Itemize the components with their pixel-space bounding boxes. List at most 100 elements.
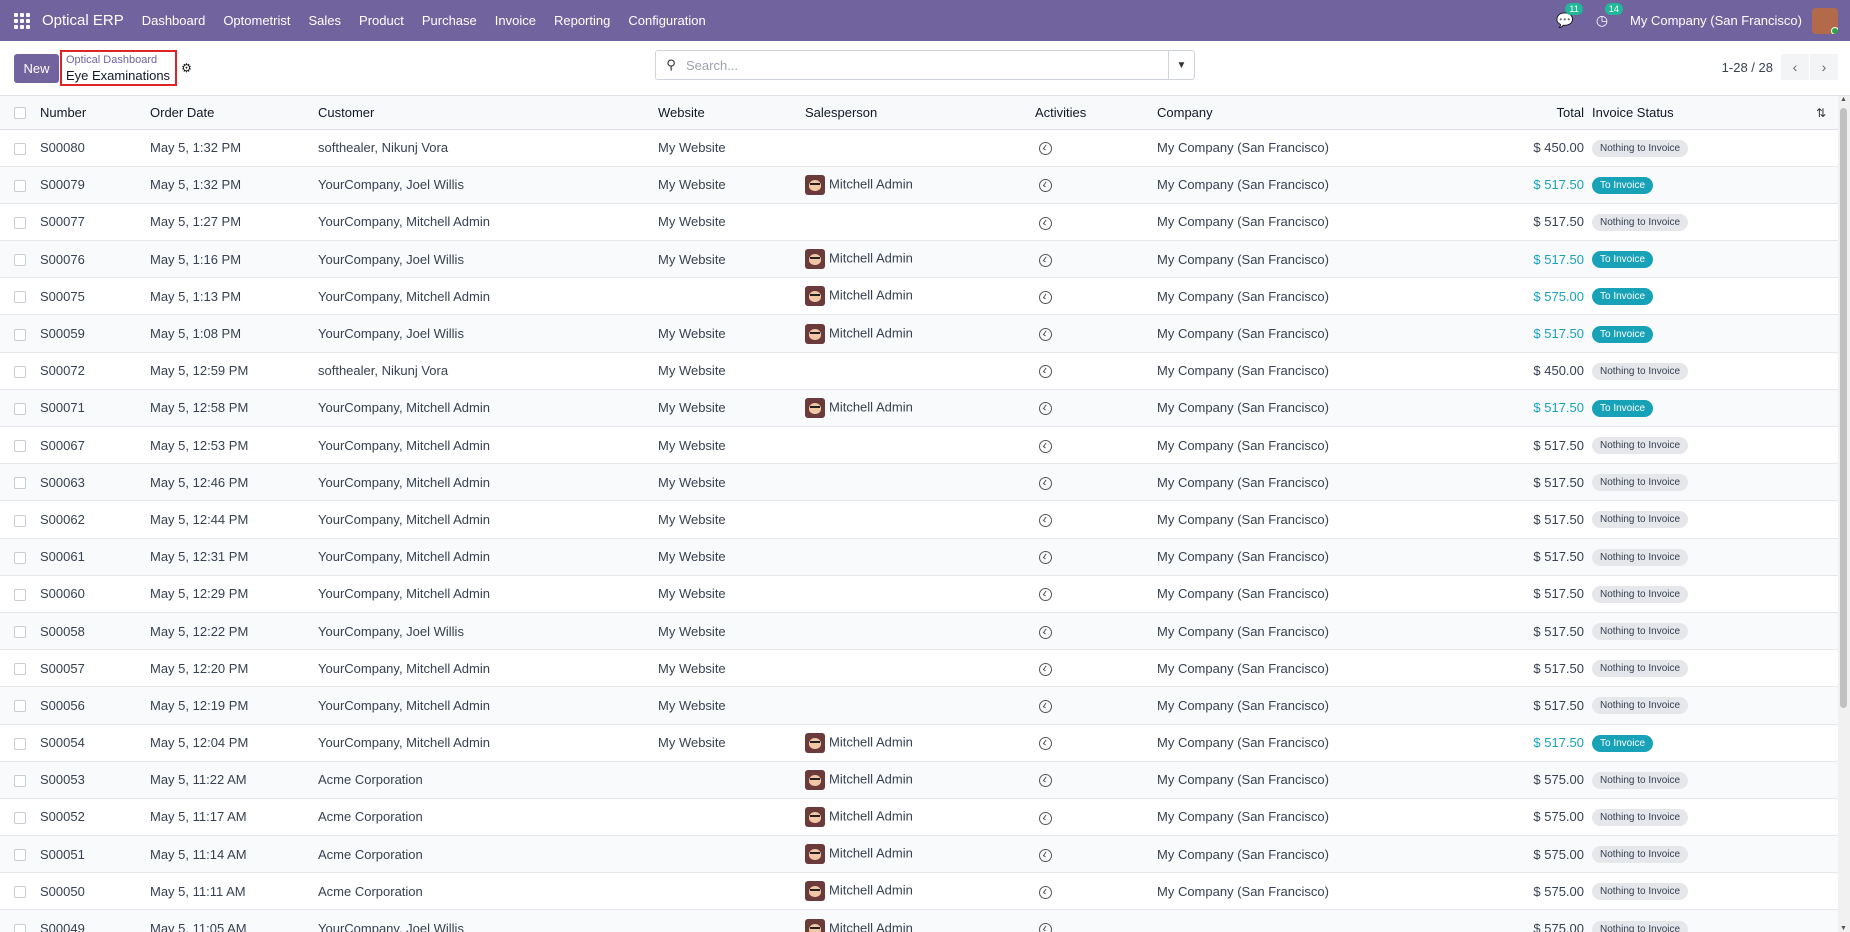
column-order-date[interactable]: Order Date [150, 96, 318, 129]
row-checkbox[interactable] [14, 328, 26, 341]
activity-clock-icon[interactable] [1039, 551, 1052, 565]
activity-clock-icon[interactable] [1039, 811, 1052, 825]
row-checkbox[interactable] [14, 365, 26, 378]
scrollbar-thumb[interactable] [1840, 108, 1847, 708]
breadcrumb-parent-link[interactable]: Optical Dashboard [66, 53, 170, 68]
table-row[interactable]: S00080 May 5, 1:32 PM softhealer, Nikunj V… [0, 129, 1838, 167]
pager-next-icon[interactable]: › [1810, 54, 1838, 80]
row-checkbox[interactable] [14, 886, 26, 899]
table-row[interactable]: S00079 May 5, 1:32 PM YourCompany, Joel Wi… [0, 166, 1838, 204]
column-invoice-status[interactable]: Invoice Status [1592, 96, 1816, 129]
search-options-dropdown-icon[interactable]: ▼ [1168, 51, 1194, 79]
salesperson-avatar[interactable] [805, 286, 825, 307]
activity-clock-icon[interactable] [1039, 179, 1052, 193]
row-checkbox[interactable] [14, 217, 26, 230]
column-salesperson[interactable]: Salesperson [805, 96, 1035, 129]
search-input[interactable] [686, 52, 1168, 78]
table-row[interactable]: S00057 May 5, 12:20 PM YourCompany, Mitche… [0, 650, 1838, 687]
table-row[interactable]: S00067 May 5, 12:53 PM YourCompany, Mitche… [0, 427, 1838, 464]
activity-clock-icon[interactable] [1039, 514, 1052, 527]
user-avatar[interactable] [1812, 7, 1838, 34]
activity-clock-icon[interactable] [1039, 142, 1052, 156]
table-row[interactable]: S00062 May 5, 12:44 PM YourCompany, Mitche… [0, 501, 1838, 539]
column-activities[interactable]: Activities [1035, 96, 1157, 129]
table-row[interactable]: S00077 May 5, 1:27 PM YourCompany, Mitchel… [0, 203, 1838, 241]
gear-icon[interactable]: ⚙ [181, 61, 192, 75]
row-checkbox[interactable] [14, 663, 26, 676]
salesperson-avatar[interactable] [805, 918, 825, 932]
row-checkbox[interactable] [14, 737, 26, 750]
row-checkbox[interactable] [14, 402, 26, 415]
activity-clock-icon[interactable] [1039, 365, 1052, 379]
activity-clock-icon[interactable] [1039, 848, 1052, 862]
salesperson-avatar[interactable] [805, 397, 825, 418]
company-switcher[interactable]: My Company (San Francisco) [1630, 13, 1802, 28]
table-row[interactable]: S00060 May 5, 12:29 PM YourCompany, Mitche… [0, 575, 1838, 613]
activity-clock-icon[interactable] [1039, 328, 1052, 342]
activity-clock-icon[interactable] [1039, 662, 1052, 676]
salesperson-avatar[interactable] [805, 732, 825, 753]
row-checkbox[interactable] [14, 477, 26, 490]
menu-product[interactable]: Product [359, 13, 404, 28]
menu-purchase[interactable]: Purchase [422, 13, 477, 28]
messages-icon[interactable]: 💬 11 [1556, 3, 1583, 29]
select-all-checkbox[interactable] [14, 107, 26, 120]
scroll-down-arrow-icon[interactable]: ▼ [1840, 925, 1847, 932]
row-checkbox[interactable] [14, 774, 26, 787]
row-checkbox[interactable] [14, 700, 26, 713]
activity-clock-icon[interactable] [1039, 885, 1052, 899]
salesperson-avatar[interactable] [805, 249, 825, 270]
table-row[interactable]: S00052 May 5, 11:17 AM Acme Corporation Mit… [0, 798, 1838, 836]
row-checkbox[interactable] [14, 179, 26, 192]
column-number[interactable]: Number [40, 96, 150, 129]
app-brand[interactable]: Optical ERP [42, 12, 124, 29]
apps-menu-icon[interactable] [14, 12, 30, 29]
row-checkbox[interactable] [14, 142, 26, 155]
salesperson-avatar[interactable] [805, 844, 825, 865]
table-row[interactable]: S00072 May 5, 12:59 PM softhealer, Nikunj … [0, 352, 1838, 390]
row-checkbox[interactable] [14, 514, 26, 527]
row-checkbox[interactable] [14, 923, 26, 932]
menu-dashboard[interactable]: Dashboard [142, 13, 206, 28]
activity-clock-icon[interactable] [1039, 290, 1052, 304]
activity-clock-icon[interactable] [1039, 923, 1052, 932]
row-checkbox[interactable] [14, 812, 26, 825]
row-checkbox[interactable] [14, 291, 26, 304]
salesperson-avatar[interactable] [805, 174, 825, 195]
activity-clock-icon[interactable] [1039, 737, 1052, 751]
menu-invoice[interactable]: Invoice [495, 13, 536, 28]
table-row[interactable]: S00059 May 5, 1:08 PM YourCompany, Joel Wi… [0, 314, 1838, 353]
activity-clock-icon[interactable] [1039, 216, 1052, 230]
menu-configuration[interactable]: Configuration [628, 13, 705, 28]
table-row[interactable]: S00053 May 5, 11:22 AM Acme Corporation Mit… [0, 761, 1838, 799]
activity-clock-icon[interactable] [1039, 588, 1052, 602]
pager-previous-icon[interactable]: ‹ [1781, 54, 1809, 80]
table-row[interactable]: S00058 May 5, 12:22 PM YourCompany, Joel W… [0, 612, 1838, 650]
table-row[interactable]: S00054 May 5, 12:04 PM YourCompany, Mitche… [0, 724, 1838, 762]
table-row[interactable]: S00076 May 5, 1:16 PM YourCompany, Joel Wi… [0, 240, 1838, 278]
table-row[interactable]: S00071 May 5, 12:58 PM YourCompany, Mitche… [0, 389, 1838, 427]
pager-value[interactable]: 1-28 / 28 [1722, 60, 1773, 75]
column-customer[interactable]: Customer [318, 96, 658, 129]
column-total[interactable]: Total [1427, 96, 1592, 129]
new-button[interactable]: New [14, 53, 59, 83]
activity-clock-icon[interactable] [1039, 439, 1052, 453]
activity-clock-icon[interactable] [1039, 476, 1052, 490]
activities-clock-icon[interactable]: ◷ 14 [1596, 3, 1623, 29]
column-website[interactable]: Website [658, 96, 805, 129]
salesperson-avatar[interactable] [805, 806, 825, 827]
table-row[interactable]: S00056 May 5, 12:19 PM YourCompany, Mitche… [0, 686, 1838, 724]
table-row[interactable]: S00050 May 5, 11:11 AM Acme Corporation Mit… [0, 873, 1838, 910]
activity-clock-icon[interactable] [1039, 253, 1052, 267]
menu-optometrist[interactable]: Optometrist [223, 13, 290, 28]
row-checkbox[interactable] [14, 440, 26, 453]
table-row[interactable]: S00075 May 5, 1:13 PM YourCompany, Mitchel… [0, 278, 1838, 315]
row-checkbox[interactable] [14, 849, 26, 862]
table-row[interactable]: S00063 May 5, 12:46 PM YourCompany, Mitche… [0, 463, 1838, 501]
menu-sales[interactable]: Sales [309, 13, 342, 28]
optional-columns-icon[interactable]: ⇅ [1816, 106, 1826, 120]
salesperson-avatar[interactable] [805, 769, 825, 790]
row-checkbox[interactable] [14, 588, 26, 601]
column-company[interactable]: Company [1157, 96, 1427, 129]
table-row[interactable]: S00061 May 5, 12:31 PM YourCompany, Mitche… [0, 538, 1838, 576]
